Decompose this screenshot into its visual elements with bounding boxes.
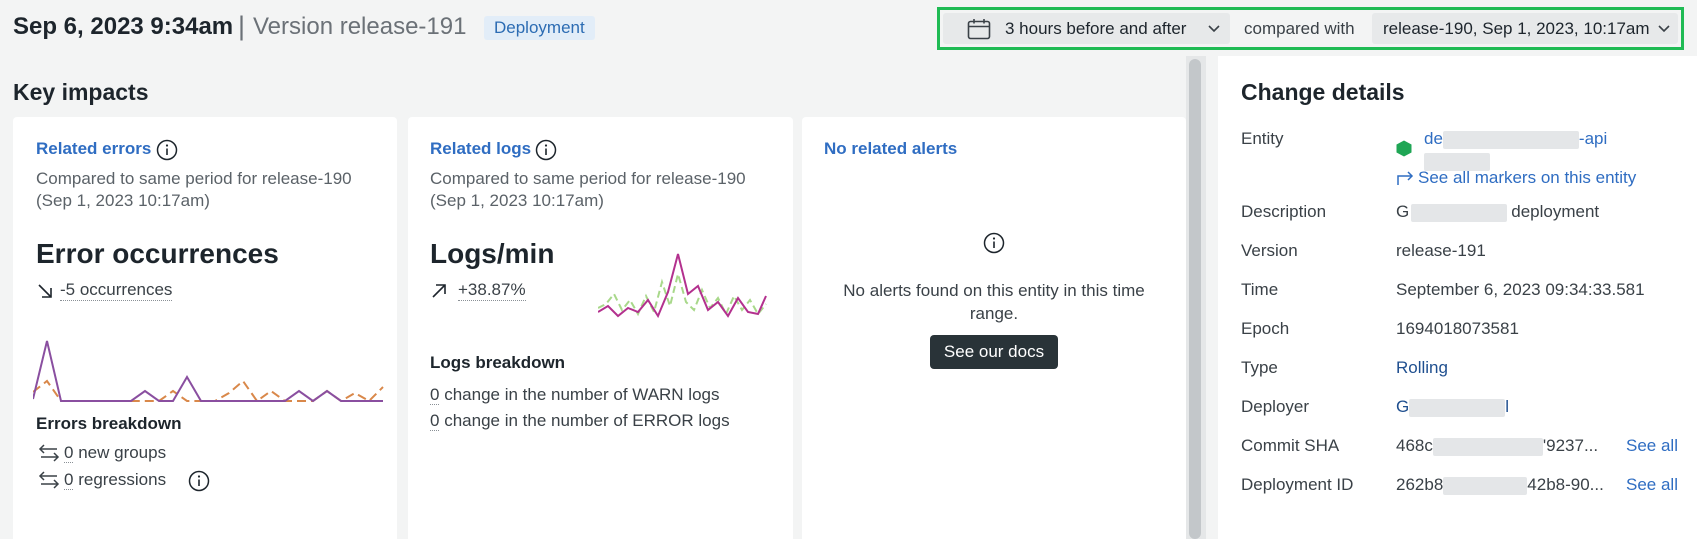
commit-sha-prefix: 468c [1396, 436, 1433, 455]
calendar-icon [967, 19, 991, 40]
redacted-block [1432, 437, 1543, 456]
page-header: Sep 6, 2023 9:34am | Version release-191… [0, 0, 1697, 56]
new-groups-row: 0 new groups [64, 443, 166, 463]
logs-trend-value: +38.87% [458, 280, 526, 301]
description-label: Description [1241, 202, 1327, 221]
commit-sha-label: Commit SHA [1241, 436, 1340, 455]
commit-sha-value: 468c '9237... [1396, 436, 1598, 456]
error-logs-count[interactable]: 0 [430, 411, 440, 431]
description-prefix: G [1396, 202, 1410, 221]
change-date-title: Sep 6, 2023 9:34am [13, 13, 234, 40]
commit-sha-suffix: '9237... [1542, 436, 1599, 455]
regressions-row: 0 regressions [64, 470, 166, 490]
deployment-id-suffix: 42b8-90... [1527, 475, 1604, 494]
deployer-label: Deployer [1241, 397, 1310, 416]
change-details-title: Change details [1241, 79, 1405, 105]
version-title: Version release-191 [253, 13, 467, 40]
arrow-up-right-icon [432, 284, 446, 298]
hexagon-icon [1396, 140, 1412, 157]
error-series-previous [33, 379, 384, 403]
chevron-down-icon [1208, 25, 1220, 33]
info-icon[interactable] [535, 139, 557, 161]
time-comparison-control: 3 hours before and after compared with r… [937, 7, 1684, 50]
deployment-id-prefix: 262b8 [1396, 475, 1444, 494]
redacted-block [1409, 398, 1506, 417]
type-label: Type [1241, 358, 1278, 377]
commit-sha-see-all-link[interactable]: See all [1626, 436, 1678, 456]
no-alerts-message: No alerts found on this entity in this t… [843, 281, 1145, 323]
related-alerts-card: No related alerts No alerts found on thi… [802, 117, 1186, 539]
scrollbar-thumb[interactable] [1189, 59, 1201, 539]
info-icon[interactable] [156, 139, 178, 161]
see-all-markers-link[interactable]: See all markers on this entity [1418, 168, 1636, 188]
deployer-suffix: l [1505, 397, 1510, 416]
type-value[interactable]: Rolling [1396, 358, 1448, 378]
chevron-down-icon [1658, 25, 1670, 33]
see-our-docs-button[interactable]: See our docs [930, 335, 1058, 369]
related-errors-link[interactable]: Related errors [36, 139, 151, 159]
redacted-block [1442, 130, 1579, 149]
new-groups-count[interactable]: 0 [64, 443, 74, 463]
info-icon [983, 232, 1005, 254]
logs-series-previous [598, 270, 767, 317]
compared-with-label: compared with [1244, 19, 1355, 38]
entity-name-suffix: -api [1578, 129, 1608, 148]
compared-release-label: release-190, Sep 1, 2023, 10:17am [1383, 19, 1650, 38]
entity-label: Entity [1241, 129, 1284, 148]
entity-name-prefix: de [1424, 129, 1443, 148]
errors-breakdown-title: Errors breakdown [36, 414, 182, 433]
regressions-label: regressions [78, 470, 167, 489]
regressions-count[interactable]: 0 [64, 470, 74, 490]
logs-breakdown-title: Logs breakdown [430, 353, 566, 372]
warn-logs-row: 0 change in the number of WARN logs [430, 385, 720, 405]
description-suffix: deployment [1511, 202, 1600, 221]
logs-sparkline-chart [598, 253, 767, 319]
error-logs-label: change in the number of ERROR logs [444, 411, 730, 430]
description-value: Gdeployment [1396, 202, 1599, 222]
no-related-alerts-link[interactable]: No related alerts [824, 139, 957, 159]
time-label: Time [1241, 280, 1279, 299]
error-trend-value: -5 occurrences [60, 280, 173, 301]
logs-comparison-subtitle: Compared to same period for release-190 … [430, 169, 746, 210]
share-arrow-icon [1397, 171, 1414, 185]
redacted-block [1411, 203, 1508, 222]
deployer-prefix: G [1396, 397, 1410, 416]
version-value: release-191 [1396, 241, 1486, 260]
logs-per-min-title: Logs/min [430, 238, 555, 269]
logs-series-current [598, 253, 767, 319]
deployment-id-value: 262b8 42b8-90... [1396, 475, 1604, 495]
error-occurrences-title: Error occurrences [36, 238, 279, 269]
warn-logs-count[interactable]: 0 [430, 385, 440, 405]
redacted-block [1443, 476, 1528, 495]
errors-comparison-subtitle: Compared to same period for release-190 … [36, 169, 352, 210]
deployment-id-see-all-link[interactable]: See all [1626, 475, 1678, 495]
new-groups-label: new groups [78, 443, 167, 462]
time-value: September 6, 2023 09:34:33.581 [1396, 280, 1645, 299]
compared-release-picker[interactable]: release-190, Sep 1, 2023, 10:17am [1372, 13, 1678, 44]
info-icon[interactable] [188, 470, 210, 492]
related-errors-card: Related errors Compared to same period f… [13, 117, 397, 539]
time-range-label: 3 hours before and after [1005, 19, 1187, 38]
error-series-current [33, 340, 383, 403]
deployment-id-label: Deployment ID [1241, 475, 1354, 494]
warn-logs-label: change in the number of WARN logs [444, 385, 720, 404]
error-logs-row: 0 change in the number of ERROR logs [430, 411, 730, 431]
related-logs-link[interactable]: Related logs [430, 139, 531, 159]
deployer-value[interactable]: Gl [1396, 397, 1509, 417]
arrow-down-right-icon [38, 284, 52, 298]
epoch-value: 1694018073581 [1396, 319, 1519, 338]
swap-arrows-icon [38, 471, 60, 489]
main-scrollbar[interactable] [1186, 56, 1206, 539]
swap-arrows-icon [38, 444, 60, 462]
version-label: Version [1241, 241, 1298, 260]
title-separator: | [238, 11, 246, 41]
time-range-picker[interactable]: 3 hours before and after [943, 13, 1230, 44]
change-details-panel: Change details Entity de -api See all mar… [1218, 56, 1697, 539]
key-impacts-title: Key impacts [13, 79, 149, 105]
entity-link[interactable]: de -api [1424, 129, 1607, 149]
related-logs-card: Related logs Compared to same period for… [408, 117, 793, 539]
deployment-badge: Deployment [484, 16, 595, 40]
error-sparkline-chart [33, 340, 384, 403]
epoch-label: Epoch [1241, 319, 1290, 338]
